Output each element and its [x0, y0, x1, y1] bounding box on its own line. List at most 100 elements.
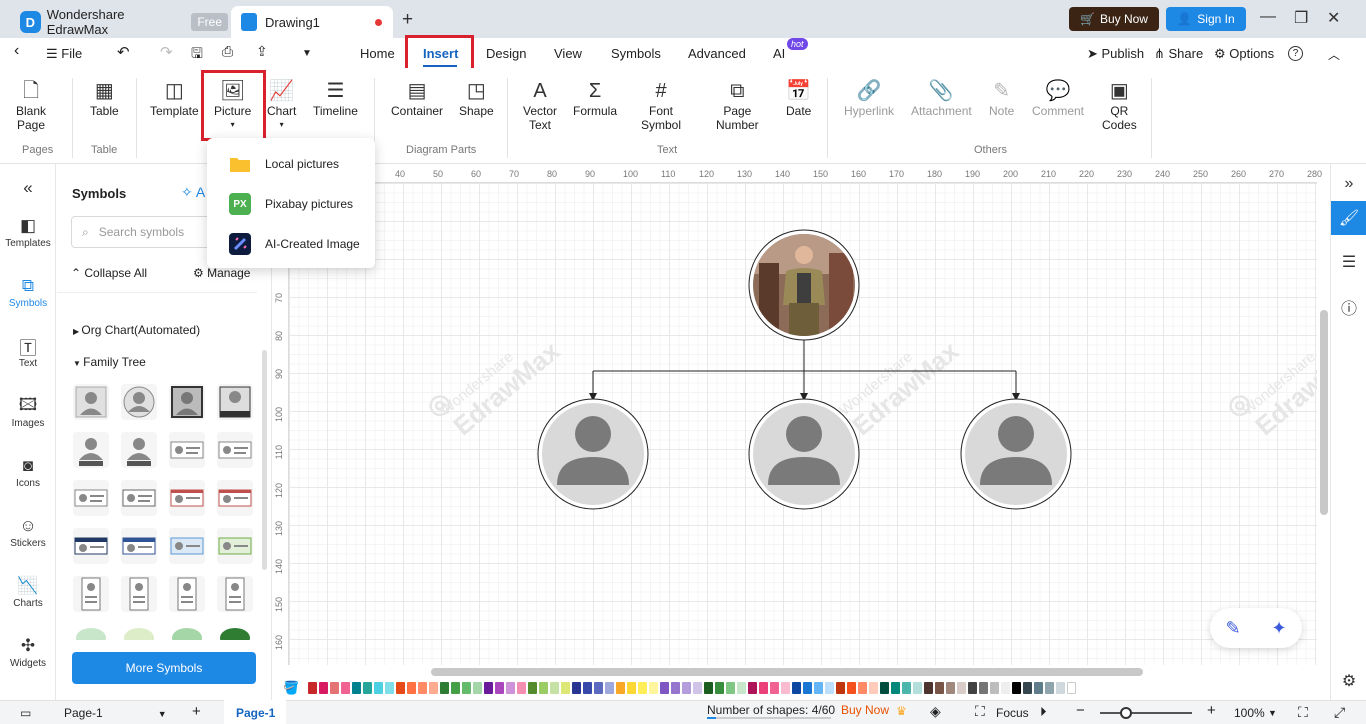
- color-swatch[interactable]: [572, 682, 581, 694]
- sign-in-button[interactable]: 👤 Sign In: [1166, 7, 1246, 31]
- color-swatch[interactable]: [528, 682, 537, 694]
- fullscreen-icon[interactable]: ⤢: [1334, 704, 1345, 721]
- color-swatch[interactable]: [737, 682, 746, 694]
- symbol-thumb[interactable]: [121, 624, 157, 648]
- zoom-slider[interactable]: [1100, 707, 1192, 719]
- tab-home[interactable]: Home: [360, 46, 395, 61]
- color-swatch[interactable]: [979, 682, 988, 694]
- color-swatch[interactable]: [781, 682, 790, 694]
- symbol-thumb[interactable]: [73, 384, 109, 420]
- page-properties-icon[interactable]: ☰: [1331, 245, 1366, 279]
- color-swatch[interactable]: [451, 682, 460, 694]
- publish-button[interactable]: ➤ Publish: [1087, 46, 1144, 62]
- new-tab-button[interactable]: +: [402, 9, 413, 31]
- color-swatch[interactable]: [880, 682, 889, 694]
- org-node-child-3[interactable]: [960, 398, 1072, 510]
- leftbar-item-text[interactable]: 🅃 Text: [0, 334, 56, 370]
- color-swatch[interactable]: [770, 682, 779, 694]
- layers-icon[interactable]: ◈: [930, 703, 941, 720]
- ai-symbols-button[interactable]: ✧ A: [181, 184, 205, 201]
- color-swatch[interactable]: [418, 682, 427, 694]
- color-swatch[interactable]: [352, 682, 361, 694]
- color-swatch[interactable]: [660, 682, 669, 694]
- color-swatch[interactable]: [693, 682, 702, 694]
- color-swatch[interactable]: [1001, 682, 1010, 694]
- panel-scrollbar[interactable]: [262, 350, 267, 570]
- fit-page-icon[interactable]: ⛶: [1298, 704, 1308, 721]
- blank-page-button[interactable]: 🗋 Blank Page: [16, 78, 46, 132]
- leftbar-item-symbols[interactable]: ⧉ Symbols: [0, 270, 56, 309]
- color-swatch[interactable]: [924, 682, 933, 694]
- color-swatch[interactable]: [429, 682, 438, 694]
- toggle-panel-icon[interactable]: ▭: [20, 706, 31, 720]
- color-swatch[interactable]: [726, 682, 735, 694]
- focus-icon[interactable]: ⛶: [975, 703, 985, 720]
- date-button[interactable]: 📅 Date: [786, 78, 811, 118]
- font-symbol-button[interactable]: # Font Symbol: [641, 78, 681, 132]
- color-swatch[interactable]: [858, 682, 867, 694]
- more-dropdown-icon[interactable]: ▼: [302, 48, 312, 59]
- leftbar-item-charts[interactable]: 📉 Charts: [0, 574, 56, 609]
- color-swatch[interactable]: [715, 682, 724, 694]
- color-swatch[interactable]: [682, 682, 691, 694]
- comment-button[interactable]: 💬 Comment: [1032, 78, 1084, 118]
- color-swatch[interactable]: [308, 682, 317, 694]
- color-swatch[interactable]: [330, 682, 339, 694]
- table-button[interactable]: ▦ Table: [90, 78, 119, 118]
- color-swatch[interactable]: [825, 682, 834, 694]
- color-swatch[interactable]: [1056, 682, 1065, 694]
- timeline-button[interactable]: ☰ Timeline: [313, 78, 358, 118]
- category-family-tree[interactable]: ▼ Family Tree: [73, 355, 146, 369]
- org-node-root-photo[interactable]: [748, 229, 860, 341]
- color-swatch[interactable]: [957, 682, 966, 694]
- symbol-thumb[interactable]: [121, 384, 157, 420]
- color-swatch[interactable]: [803, 682, 812, 694]
- color-swatch[interactable]: [616, 682, 625, 694]
- symbol-thumb[interactable]: [121, 432, 157, 468]
- color-swatch[interactable]: [759, 682, 768, 694]
- color-swatch[interactable]: [594, 682, 603, 694]
- minimize-icon[interactable]: —: [1260, 8, 1276, 26]
- tab-ai[interactable]: AI: [773, 46, 785, 61]
- color-swatch[interactable]: [814, 682, 823, 694]
- leftbar-item-images[interactable]: 🖾 Images: [0, 394, 56, 430]
- buy-now-button[interactable]: 🛒 Buy Now: [1069, 7, 1159, 31]
- color-swatch[interactable]: [704, 682, 713, 694]
- container-button[interactable]: ▤ Container: [391, 78, 443, 118]
- maximize-icon[interactable]: ❐: [1294, 8, 1308, 28]
- redo-icon[interactable]: ↷: [160, 43, 173, 61]
- color-swatch[interactable]: [1012, 682, 1021, 694]
- add-page-button[interactable]: +: [192, 703, 201, 720]
- save-icon[interactable]: 🖫: [191, 43, 203, 67]
- color-swatch[interactable]: [1067, 682, 1076, 694]
- color-swatch[interactable]: [363, 682, 372, 694]
- ai-sparkle-icon[interactable]: ✦: [1271, 618, 1286, 639]
- symbol-thumb[interactable]: [73, 432, 109, 468]
- color-swatch[interactable]: [374, 682, 383, 694]
- color-swatch[interactable]: [484, 682, 493, 694]
- shape-button[interactable]: ◳ Shape: [459, 78, 494, 118]
- attachment-button[interactable]: 📎 Attachment: [911, 78, 972, 118]
- help-icon[interactable]: ?: [1288, 46, 1303, 61]
- symbol-thumb[interactable]: [217, 480, 253, 516]
- color-swatch[interactable]: [495, 682, 504, 694]
- color-swatch[interactable]: [1023, 682, 1032, 694]
- tab-design[interactable]: Design: [486, 46, 526, 61]
- color-swatch[interactable]: [506, 682, 515, 694]
- note-button[interactable]: ✎ Note: [989, 78, 1014, 118]
- more-symbols-button[interactable]: More Symbols: [72, 652, 256, 684]
- color-swatch[interactable]: [869, 682, 878, 694]
- leftbar-item-stickers[interactable]: ☺ Stickers: [0, 514, 56, 549]
- color-swatch[interactable]: [440, 682, 449, 694]
- page-number-button[interactable]: ⧉ Page Number: [716, 78, 759, 132]
- canvas-horizontal-scrollbar[interactable]: [431, 668, 1143, 676]
- menu-item-pixabay-pictures[interactable]: PX Pixabay pictures: [207, 184, 375, 224]
- category-org-chart[interactable]: ▶ Org Chart(Automated): [73, 323, 200, 337]
- collapse-all-button[interactable]: ⌃ Collapse All: [71, 266, 147, 280]
- buy-now-link[interactable]: Buy Now: [841, 703, 889, 717]
- color-swatch[interactable]: [748, 682, 757, 694]
- symbol-thumb[interactable]: [217, 528, 253, 564]
- menu-item-ai-created-image[interactable]: AI-Created Image: [207, 224, 375, 264]
- tab-advanced[interactable]: Advanced: [688, 46, 746, 61]
- symbol-thumb[interactable]: [121, 480, 157, 516]
